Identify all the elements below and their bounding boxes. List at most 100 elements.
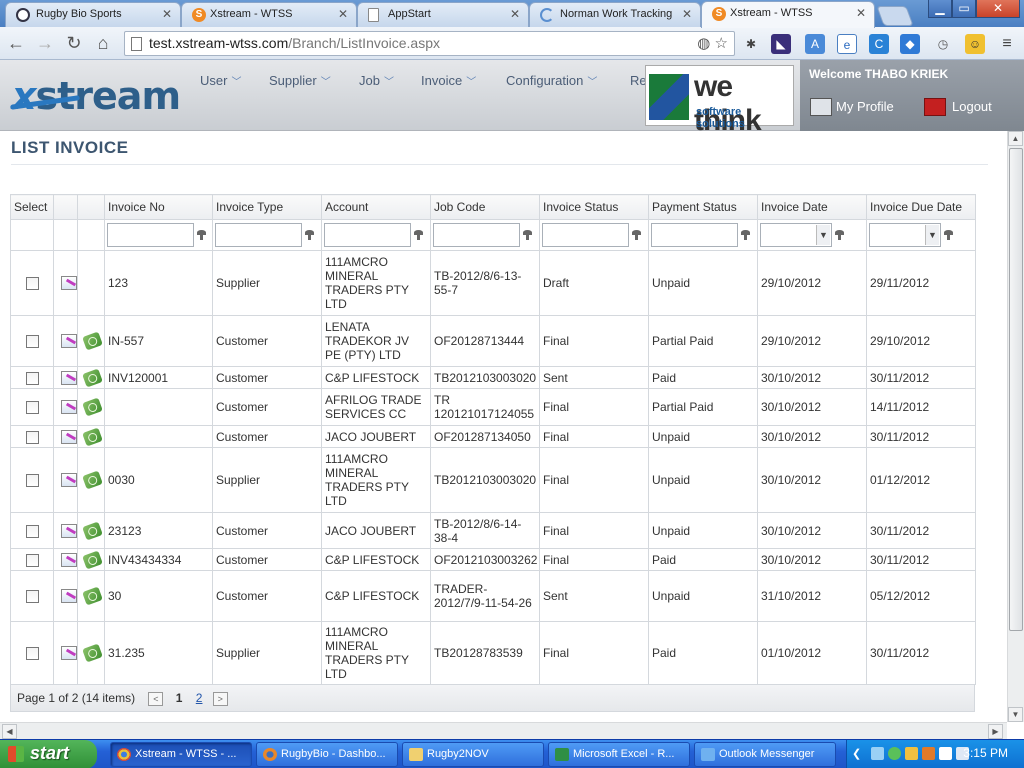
table-row[interactable]: 31.235 Supplier 111AMCRO MINERAL TRADERS P… — [10, 621, 976, 685]
taskbar-item[interactable]: Outlook Messenger — [694, 742, 836, 767]
filter-input-payment-status[interactable] — [651, 223, 738, 247]
scroll-thumb[interactable] — [1009, 148, 1023, 631]
payment-icon[interactable] — [82, 368, 103, 388]
row-select-checkbox[interactable] — [26, 277, 39, 291]
payment-icon[interactable] — [82, 521, 103, 541]
menu-icon[interactable]: ≡ — [997, 34, 1017, 54]
filter-icon[interactable] — [523, 230, 532, 240]
payment-icon[interactable] — [82, 427, 103, 447]
payment-icon[interactable] — [82, 643, 103, 663]
menu-configuration[interactable]: Configuration ﹀ — [506, 73, 597, 88]
filter-input-invoice-date[interactable]: ▼ — [760, 223, 832, 247]
network-icon[interactable] — [871, 747, 884, 760]
edit-invoice-icon[interactable] — [61, 589, 77, 604]
address-bar[interactable]: test.xstream-wtss.com/Branch/ListInvoice… — [124, 31, 735, 56]
edit-invoice-icon[interactable] — [61, 646, 77, 661]
payment-icon[interactable] — [82, 331, 103, 351]
browser-tab[interactable]: Rugby Bio Sports ✕ — [5, 2, 181, 27]
table-row[interactable]: INV43434334 Customer C&P LIFESTOCK OF201210… — [10, 548, 976, 571]
payment-icon[interactable] — [82, 397, 103, 417]
table-row[interactable]: 30 Customer C&P LIFESTOCK TRADER-2012/7/9-1… — [10, 570, 976, 622]
column-header-invoice-type[interactable]: Invoice Type — [212, 194, 322, 220]
tray-expand-icon[interactable]: ❮ — [852, 747, 865, 760]
edit-invoice-icon[interactable] — [61, 523, 77, 538]
close-tab-icon[interactable]: ✕ — [510, 7, 520, 21]
edit-invoice-icon[interactable] — [61, 552, 77, 567]
menu-user[interactable]: User ﹀ — [200, 73, 241, 88]
column-header-invoice-no[interactable]: Invoice No — [104, 194, 213, 220]
column-header-account[interactable]: Account — [321, 194, 431, 220]
menu-supplier[interactable]: Supplier ﹀ — [269, 73, 331, 88]
edit-invoice-icon[interactable] — [61, 473, 77, 488]
vertical-scrollbar[interactable]: ▲ ▼ — [1007, 131, 1024, 722]
edit-invoice-icon[interactable] — [61, 370, 77, 385]
filter-icon[interactable] — [197, 230, 206, 240]
close-tab-icon[interactable]: ✕ — [162, 7, 172, 21]
next-page-button[interactable]: > — [212, 691, 228, 706]
column-header-invoice-date[interactable]: Invoice Date — [757, 194, 867, 220]
start-button[interactable]: start — [0, 740, 97, 768]
page-link[interactable]: 2 — [196, 691, 203, 705]
filter-icon[interactable] — [835, 230, 844, 240]
home-icon[interactable]: ⌂ — [92, 33, 114, 53]
menu-job[interactable]: Job ﹀ — [359, 73, 394, 88]
table-row[interactable]: 0030 Supplier 111AMCRO MINERAL TRADERS PTY… — [10, 447, 976, 513]
row-select-checkbox[interactable] — [26, 590, 39, 604]
filter-icon[interactable] — [414, 230, 423, 240]
prev-page-button[interactable]: < — [148, 691, 164, 706]
payment-icon[interactable] — [82, 470, 103, 490]
scroll-left-icon[interactable]: ◀ — [2, 724, 17, 739]
translate-extension-icon[interactable]: A — [805, 34, 825, 54]
taskbar-item[interactable]: Rugby2NOV — [402, 742, 544, 767]
menu-invoice[interactable]: Invoice ﹀ — [421, 73, 476, 88]
table-row[interactable]: Customer JACO JOUBERT OF201287134050 Final U… — [10, 425, 976, 448]
table-row[interactable]: INV120001 Customer C&P LIFESTOCK TB20121030… — [10, 366, 976, 389]
edit-invoice-icon[interactable] — [61, 400, 77, 415]
close-tab-icon[interactable]: ✕ — [856, 6, 866, 20]
chevron-down-icon[interactable]: ▼ — [816, 225, 830, 245]
row-select-checkbox[interactable] — [26, 647, 39, 661]
close-tab-icon[interactable]: ✕ — [338, 7, 348, 21]
row-select-checkbox[interactable] — [26, 524, 39, 538]
browser-tab[interactable]: Norman Work Tracking ✕ — [529, 2, 701, 27]
filter-input-job-code[interactable] — [433, 223, 520, 247]
close-window-button[interactable]: ✕ — [976, 0, 1020, 18]
tray-yellow-icon[interactable] — [905, 747, 918, 760]
bug-extension-icon[interactable]: ✱ — [741, 34, 761, 54]
horizontal-scrollbar[interactable]: ◀ ▶ — [0, 722, 1007, 739]
lightbulb-icon[interactable]: ◍ — [697, 35, 710, 52]
taskbar-item[interactable]: RugbyBio - Dashbo... — [256, 742, 398, 767]
table-row[interactable]: 23123 Customer JACO JOUBERT TB-2012/8/6-14-… — [10, 512, 976, 549]
row-select-checkbox[interactable] — [26, 401, 39, 415]
bookmark-star-icon[interactable]: ☆ — [715, 35, 728, 52]
maximize-button[interactable]: ▭ — [952, 0, 976, 18]
filter-input-invoice-type[interactable] — [215, 223, 302, 247]
column-header-invoice-due-date[interactable]: Invoice Due Date — [866, 194, 976, 220]
row-select-checkbox[interactable] — [26, 553, 39, 567]
row-select-checkbox[interactable] — [26, 430, 39, 444]
minimize-button[interactable]: ▁ — [928, 0, 952, 18]
timer-extension-icon[interactable]: ◷ — [933, 34, 953, 54]
scroll-up-icon[interactable]: ▲ — [1008, 131, 1023, 146]
blue-extension-icon[interactable]: ◆ — [900, 34, 920, 54]
table-row[interactable]: Customer AFRILOG TRADE SERVICES CC TR 1201… — [10, 388, 976, 426]
row-select-checkbox[interactable] — [26, 474, 39, 488]
edit-invoice-icon[interactable] — [61, 276, 77, 291]
scroll-down-icon[interactable]: ▼ — [1008, 707, 1023, 722]
filter-icon[interactable] — [741, 230, 750, 240]
payment-icon[interactable] — [82, 550, 103, 570]
filter-icon[interactable] — [632, 230, 641, 240]
profile-icon[interactable] — [810, 98, 832, 116]
chart-extension-icon[interactable]: ◣ — [771, 34, 791, 54]
logout-icon[interactable] — [924, 98, 946, 116]
filter-icon[interactable] — [944, 230, 953, 240]
column-header-payment-status[interactable]: Payment Status — [648, 194, 758, 220]
forward-icon[interactable]: → — [34, 33, 56, 53]
my-profile-link[interactable]: My Profile — [836, 99, 894, 114]
column-header-invoice-status[interactable]: Invoice Status — [539, 194, 649, 220]
face-extension-icon[interactable]: ☺ — [965, 34, 985, 54]
ie-tab-extension-icon[interactable]: e — [837, 34, 857, 54]
logout-link[interactable]: Logout — [952, 99, 992, 114]
calendar-extension-icon[interactable]: C — [869, 34, 889, 54]
back-icon[interactable]: ← — [5, 33, 27, 53]
